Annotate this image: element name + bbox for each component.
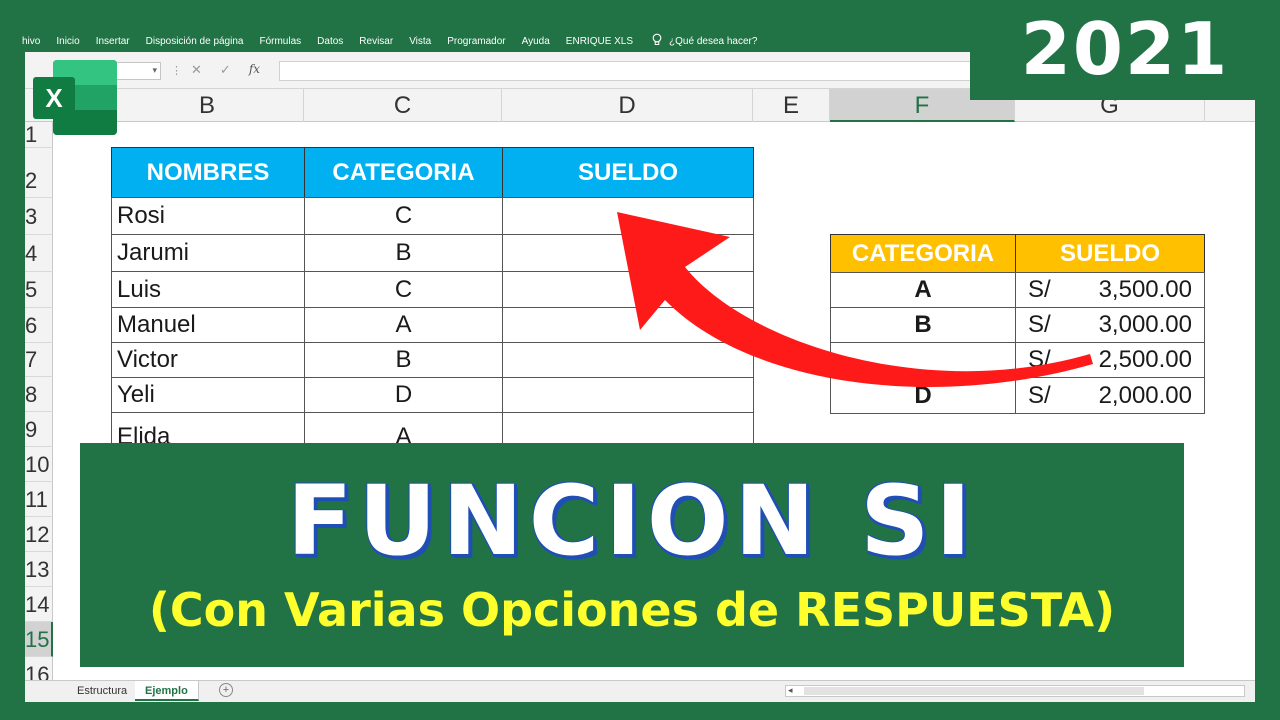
tell-me-search[interactable]: ¿Qué desea hacer? bbox=[669, 36, 765, 47]
year-badge: 2021 bbox=[970, 0, 1280, 100]
horizontal-scrollbar[interactable]: ◂ bbox=[785, 685, 1245, 697]
excel-logo: X bbox=[33, 60, 118, 135]
ribbon-tab-formulas[interactable]: Fórmulas bbox=[251, 36, 309, 47]
ribbon-tab-data[interactable]: Datos bbox=[309, 36, 351, 47]
ribbon-tab-home[interactable]: Inicio bbox=[48, 36, 87, 47]
ribbon-tab-help[interactable]: Ayuda bbox=[514, 36, 558, 47]
ribbon-tab-page-layout[interactable]: Disposición de página bbox=[138, 36, 252, 47]
ribbon-tab-insert[interactable]: Insertar bbox=[88, 36, 138, 47]
sheet-tabs-bar: Estructura Ejemplo + ◂ bbox=[25, 680, 1255, 702]
sheet-tab-ejemplo[interactable]: Ejemplo bbox=[135, 681, 199, 701]
ribbon-tab-developer[interactable]: Programador bbox=[439, 36, 513, 47]
lightbulb-icon bbox=[651, 33, 663, 49]
sheet-tab-estructura[interactable]: Estructura bbox=[67, 681, 139, 701]
scroll-left-icon[interactable]: ◂ bbox=[788, 685, 793, 696]
excel-logo-letter: X bbox=[33, 77, 75, 119]
arrow-body bbox=[617, 212, 1093, 387]
ribbon-tab-review[interactable]: Revisar bbox=[351, 36, 401, 47]
ribbon-tab-file[interactable]: hivo bbox=[0, 36, 48, 47]
banner-subtitle: (Con Varias Opciones de RESPUESTA) bbox=[148, 583, 1116, 637]
add-sheet-icon[interactable]: + bbox=[219, 683, 233, 697]
ribbon-menu: hivo Inicio Insertar Disposición de pági… bbox=[0, 30, 765, 52]
ribbon-tab-enrique-xls[interactable]: ENRIQUE XLS bbox=[558, 36, 641, 47]
banner-title: FUNCION SI bbox=[286, 465, 978, 577]
scrollbar-thumb[interactable] bbox=[804, 687, 1144, 695]
title-banner: FUNCION SI (Con Varias Opciones de RESPU… bbox=[80, 443, 1184, 667]
ribbon-tab-view[interactable]: Vista bbox=[401, 36, 439, 47]
